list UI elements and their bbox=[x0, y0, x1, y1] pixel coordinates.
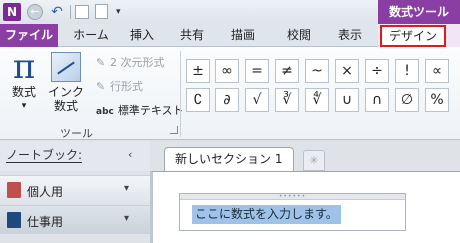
professional-button[interactable]: ✎ 2 次元形式 bbox=[96, 54, 165, 70]
section-tab[interactable]: 新しいセクション 1 bbox=[164, 147, 294, 172]
symbol-complement[interactable]: ∁ bbox=[186, 88, 210, 112]
group-separator bbox=[180, 51, 181, 137]
normal-text-label: 標準テキスト bbox=[117, 104, 184, 117]
normal-text-button[interactable]: abc 標準テキスト bbox=[96, 102, 184, 118]
symbol-not-equal[interactable]: ≠ bbox=[275, 59, 299, 83]
tab-insert[interactable]: 挿入 bbox=[122, 24, 162, 47]
toolbar-separator bbox=[70, 5, 71, 19]
back-icon[interactable]: ← bbox=[27, 4, 43, 20]
notebook-pane-header: ノートブック: ‹ bbox=[0, 141, 150, 171]
symbol-times[interactable]: × bbox=[335, 59, 359, 83]
equation-container[interactable]: •••••• ここに数式を入力します。 bbox=[179, 193, 406, 231]
notebook-name: 個人用 bbox=[27, 185, 64, 199]
ink-equation-icon bbox=[51, 52, 81, 82]
symbol-fourth-root[interactable]: ∜ bbox=[305, 88, 329, 112]
symbol-intersection[interactable]: ∩ bbox=[365, 88, 389, 112]
tab-file[interactable]: ファイル bbox=[0, 24, 58, 47]
section-tab-bar: 新しいセクション 1 ✳ bbox=[150, 141, 460, 172]
ink-label-line2: 数式 bbox=[53, 99, 78, 113]
contextual-tab-title: 数式ツール bbox=[378, 0, 460, 24]
linear-label: 行形式 bbox=[110, 80, 143, 93]
equation-label: 数式 bbox=[11, 85, 36, 99]
notebook-name: 仕事用 bbox=[27, 215, 64, 229]
chevron-down-icon[interactable]: ▾ bbox=[124, 213, 129, 224]
symbol-square-root[interactable]: √ bbox=[245, 88, 269, 112]
onenote-app-icon[interactable]: N bbox=[3, 3, 21, 21]
chevron-down-icon: ▾ bbox=[21, 101, 27, 111]
container-grip-handle[interactable]: •••••• bbox=[180, 194, 405, 200]
symbol-factorial[interactable]: ! bbox=[395, 59, 419, 83]
linear-button[interactable]: ✎ 行形式 bbox=[96, 78, 143, 94]
ink-equation-button[interactable]: インク 数式 bbox=[46, 49, 86, 113]
symbol-cube-root[interactable]: ∛ bbox=[275, 88, 299, 112]
abc-icon: abc bbox=[96, 107, 114, 117]
symbol-empty-set[interactable]: ∅ bbox=[395, 88, 419, 112]
tab-share[interactable]: 共有 bbox=[172, 24, 212, 47]
equation-button[interactable]: π 数式 ▾ bbox=[4, 49, 44, 113]
tab-design[interactable]: デザイン bbox=[380, 25, 446, 47]
collapse-pane-icon[interactable]: ‹ bbox=[128, 148, 132, 161]
symbol-divide[interactable]: ÷ bbox=[365, 59, 389, 83]
tab-review[interactable]: 校閲 bbox=[279, 24, 319, 47]
equation-placeholder[interactable]: ここに数式を入力します。 bbox=[192, 205, 341, 224]
tab-home[interactable]: ホーム bbox=[66, 24, 116, 47]
notebook-pane-title[interactable]: ノートブック: bbox=[6, 149, 83, 163]
page-icon[interactable] bbox=[95, 4, 108, 19]
professional-label: 2 次元形式 bbox=[110, 56, 165, 69]
chevron-down-icon[interactable]: ▾ bbox=[124, 183, 129, 194]
new-section-icon[interactable]: ✳ bbox=[303, 150, 325, 171]
notebook-item-work[interactable]: 仕事用 ▾ bbox=[0, 205, 150, 234]
undo-icon[interactable]: ↶ bbox=[49, 4, 65, 20]
dialog-launcher-icon[interactable] bbox=[170, 126, 178, 134]
ink-label-line1: インク bbox=[47, 85, 84, 99]
symbol-plus-minus[interactable]: ± bbox=[186, 59, 210, 83]
symbol-tilde[interactable]: ~ bbox=[305, 59, 329, 83]
pi-icon: π bbox=[12, 47, 36, 87]
group-label-tools: ツール bbox=[60, 127, 93, 140]
symbol-partial[interactable]: ∂ bbox=[215, 88, 239, 112]
notebook-icon bbox=[7, 212, 21, 228]
linear-icon: ✎ bbox=[96, 80, 106, 93]
symbol-proportional[interactable]: ∝ bbox=[425, 59, 449, 83]
tab-draw[interactable]: 描画 bbox=[223, 24, 263, 47]
ribbon: π 数式 ▾ インク 数式 ✎ 2 次元形式 ✎ 行形式 abc 標準テキスト ツール… bbox=[0, 47, 460, 140]
checkbox-icon[interactable] bbox=[75, 5, 89, 19]
notebook-icon bbox=[7, 182, 21, 198]
symbol-union[interactable]: ∪ bbox=[335, 88, 359, 112]
symbol-equals[interactable]: = bbox=[245, 59, 269, 83]
symbol-infinity[interactable]: ∞ bbox=[215, 59, 239, 83]
customize-quick-access-icon[interactable]: ▾ bbox=[116, 4, 126, 20]
notebook-item-personal[interactable]: 個人用 ▾ bbox=[0, 175, 150, 204]
symbol-percent[interactable]: % bbox=[425, 88, 449, 112]
professional-icon: ✎ bbox=[96, 56, 106, 69]
tab-view[interactable]: 表示 bbox=[330, 24, 370, 47]
